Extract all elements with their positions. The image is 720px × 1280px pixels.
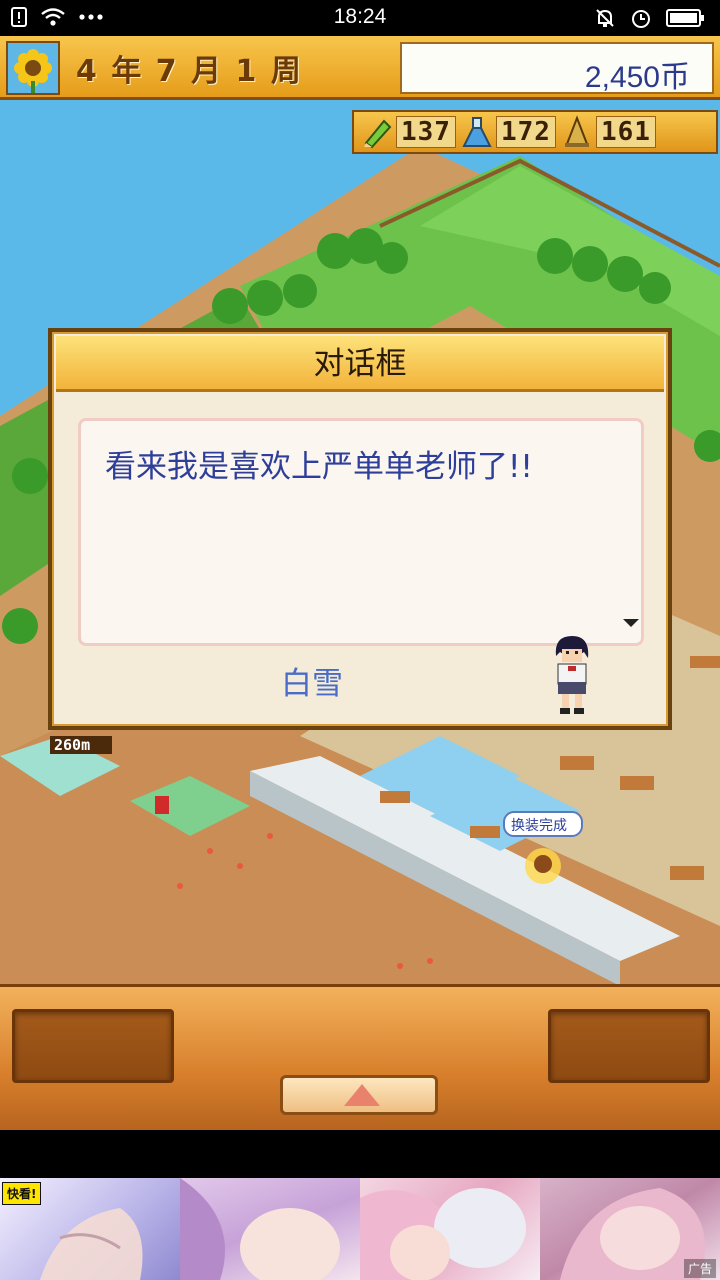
- stats-bar: 137 172 161: [352, 110, 718, 154]
- ad-banner[interactable]: 快看! 广告: [0, 1178, 720, 1280]
- status-right: [594, 7, 706, 29]
- next-arrow-icon[interactable]: [623, 619, 639, 627]
- dialog-title: 对话框: [313, 346, 407, 382]
- coin-value: 2,450币: [584, 61, 690, 94]
- dialog-message: 看来我是喜欢上严单单老师了!!: [105, 449, 533, 485]
- ad-image-3[interactable]: [360, 1178, 540, 1280]
- left-menu-slot[interactable]: [12, 1009, 174, 1083]
- stat-flask-value: 172: [495, 116, 556, 148]
- stat-flask: 172: [460, 115, 556, 149]
- speaker-name: 白雪: [281, 666, 343, 702]
- status-bubble: 换装完成: [511, 817, 567, 834]
- speaker-portrait: [555, 636, 589, 714]
- hud-top-bar: 4 年 7 月 1 周 2,450币: [0, 36, 720, 100]
- stat-bell: 161: [560, 115, 656, 149]
- stat-bell-value: 161: [595, 116, 656, 148]
- sunflower-icon[interactable]: [6, 41, 60, 95]
- battery-icon: [666, 9, 704, 27]
- date-display: 4 年 7 月 1 周: [76, 54, 303, 89]
- ad-logo: 快看!: [2, 1182, 42, 1205]
- mute-icon: [596, 9, 614, 27]
- game-view[interactable]: 260m 换装完成 4 年 7 月 1 周 2,450币 137 172 161…: [0, 36, 720, 1130]
- dialog-title-bar: 对话框: [56, 336, 664, 392]
- up-arrow-icon: [344, 1084, 380, 1106]
- expand-menu-button[interactable]: [280, 1075, 438, 1115]
- ad-label: 广告: [683, 1259, 716, 1278]
- pencil-icon: [364, 119, 392, 149]
- flask-icon: [462, 117, 492, 147]
- control-panel: [0, 984, 720, 1130]
- ad-image-4[interactable]: 广告: [540, 1178, 720, 1280]
- stat-pencil-value: 137: [396, 116, 456, 148]
- ad-image-2[interactable]: [180, 1178, 360, 1280]
- alarm-icon: [632, 10, 650, 28]
- floor-label: 260m: [54, 736, 90, 754]
- dialog-box[interactable]: 对话框 看来我是喜欢上严单单老师了!! 白雪: [48, 328, 672, 730]
- ad-image-1[interactable]: 快看!: [0, 1178, 180, 1280]
- bell-icon: [564, 115, 589, 147]
- speech-bubble[interactable]: 看来我是喜欢上严单单老师了!!: [78, 418, 644, 646]
- right-menu-slot[interactable]: [548, 1009, 710, 1083]
- coin-display: 2,450币: [400, 42, 714, 94]
- stat-pencil: 137: [360, 115, 456, 149]
- status-bar: 18:24: [0, 0, 720, 36]
